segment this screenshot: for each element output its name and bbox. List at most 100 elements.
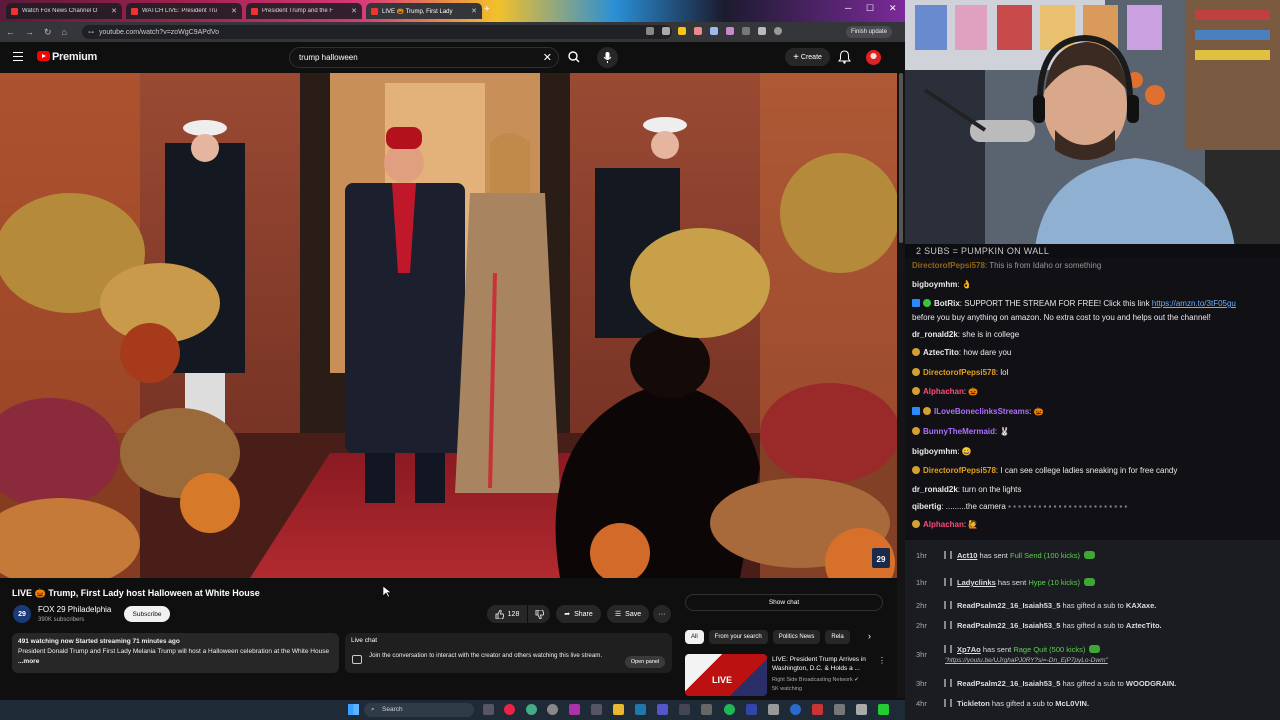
chat-message: BunnyTheMermaid: 🐰 <box>912 427 1009 436</box>
kick-logo-icon <box>944 551 952 559</box>
app-icon[interactable] <box>591 704 602 715</box>
finish-update-button[interactable]: Finish update <box>846 26 893 38</box>
kicks-icon <box>1084 551 1096 559</box>
video-player[interactable]: 29 <box>0 73 897 578</box>
close-tab-icon[interactable]: ✕ <box>351 7 357 15</box>
back-icon[interactable]: ← <box>6 27 15 37</box>
tab-live-trump-first-lady[interactable]: LIVE 🎃 Trump, First Lady ✕ <box>366 3 482 19</box>
page-scrollbar[interactable] <box>897 73 905 698</box>
app-icon[interactable] <box>856 704 867 715</box>
tab-fox-news[interactable]: Watch Fox News Channel O ✕ <box>6 3 122 19</box>
subscribe-button[interactable]: Subscribe <box>124 606 170 622</box>
sub-badge-icon <box>912 348 920 356</box>
recommendation-title[interactable]: LIVE: President Trump Arrives in Washing… <box>772 655 872 673</box>
profile-icon[interactable] <box>774 27 782 35</box>
chip-related[interactable]: Rela <box>825 630 850 644</box>
like-button[interactable]: 128 <box>487 605 527 623</box>
bookmark-star-icon[interactable] <box>662 27 670 35</box>
chevron-right-icon[interactable]: › <box>868 631 871 641</box>
tab-watch-live[interactable]: WATCH LIVE: President Tru ✕ <box>126 3 242 19</box>
spotify-icon[interactable] <box>724 704 735 715</box>
app-icon[interactable] <box>701 704 712 715</box>
app-icon[interactable] <box>746 704 757 715</box>
save-button[interactable]: ☰ Save <box>607 605 649 623</box>
tab-president-trump[interactable]: President Trump and the F ✕ <box>246 3 362 19</box>
maximize-icon[interactable]: ☐ <box>866 3 874 14</box>
task-view-icon[interactable] <box>483 704 494 715</box>
browser-window: Watch Fox News Channel O ✕ WATCH LIVE: Pr… <box>0 0 905 700</box>
site-info-icon[interactable]: ⊶ <box>88 29 94 36</box>
sub-badge-icon <box>923 407 931 415</box>
share-button[interactable]: ➦ Share <box>556 605 601 623</box>
extension-icon[interactable] <box>710 27 718 35</box>
recommendation-channel[interactable]: Right Side Broadcasting Network ✔ <box>772 677 859 683</box>
cast-icon[interactable] <box>646 27 654 35</box>
dislike-button[interactable] <box>528 605 550 623</box>
youtube-premium-logo[interactable]: Premium <box>52 51 97 63</box>
close-window-icon[interactable]: ✕ <box>889 3 897 14</box>
address-toolbar: ← → ↻ ⌂ ⊶ youtube.com/watch?v=zoWgC9APdV… <box>0 22 905 42</box>
chrome-icon[interactable] <box>526 704 537 715</box>
close-tab-icon[interactable]: ✕ <box>471 7 477 15</box>
sub-badge-icon <box>912 387 920 395</box>
screen: Watch Fox News Channel O ✕ WATCH LIVE: Pr… <box>0 0 1280 720</box>
notifications-bell-icon[interactable] <box>838 50 851 64</box>
chat-message: dr_ronald2k: turn on the lights <box>912 485 1022 494</box>
more-actions-button[interactable]: ··· <box>653 605 671 623</box>
search-button[interactable] <box>563 47 585 68</box>
open-panel-button[interactable]: Open panel <box>625 656 665 668</box>
amazon-link[interactable]: https://amzn.to/3tF05gu <box>1152 299 1236 308</box>
app-icon[interactable] <box>768 704 779 715</box>
forward-icon[interactable]: → <box>25 27 34 37</box>
app-icon[interactable] <box>547 704 558 715</box>
app-icon[interactable] <box>812 704 823 715</box>
extension-icon[interactable] <box>678 27 686 35</box>
description-box[interactable]: 491 watching now Started streaming 71 mi… <box>12 633 339 673</box>
chip-from-your-search[interactable]: From your search <box>708 630 768 644</box>
app-icon[interactable] <box>878 704 889 715</box>
more-vertical-icon[interactable]: ⋮ <box>878 656 886 665</box>
account-avatar[interactable] <box>866 50 881 65</box>
chip-all[interactable]: All <box>685 630 704 644</box>
scrollbar-thumb[interactable] <box>899 73 903 243</box>
moderator-badge-icon <box>912 299 920 307</box>
new-tab-icon[interactable]: + <box>484 4 490 15</box>
clear-search-icon[interactable]: ✕ <box>543 51 552 64</box>
home-icon[interactable]: ⌂ <box>62 27 67 37</box>
close-tab-icon[interactable]: ✕ <box>111 7 117 15</box>
taskbar-search[interactable]: ⌕ Search <box>364 703 474 717</box>
minimize-icon[interactable]: ─ <box>845 3 851 13</box>
show-more-link[interactable]: ...more <box>18 658 39 665</box>
extension-icon[interactable] <box>694 27 702 35</box>
youtube-logo-icon[interactable] <box>37 51 50 61</box>
share-arrow-icon: ➦ <box>564 611 571 618</box>
subscriber-count: 390K subscribers <box>38 617 85 623</box>
app-icon[interactable] <box>569 704 580 715</box>
address-bar[interactable]: ⊶ youtube.com/watch?v=zoWgC9APdVo <box>82 25 672 39</box>
extensions-puzzle-icon[interactable] <box>742 27 750 35</box>
app-icon[interactable] <box>790 704 801 715</box>
search-input[interactable]: trump halloween ✕ <box>289 47 559 68</box>
windows-start-icon[interactable] <box>348 704 359 715</box>
app-icon[interactable] <box>504 704 515 715</box>
channel-avatar[interactable]: 29 <box>13 605 31 623</box>
file-explorer-icon[interactable] <box>613 704 624 715</box>
app-icon[interactable] <box>657 704 668 715</box>
view-stats: 491 watching now Started streaming 71 mi… <box>18 638 180 645</box>
voice-search-button[interactable] <box>597 47 618 68</box>
create-button[interactable]: + Create <box>785 48 830 66</box>
reload-icon[interactable]: ↻ <box>44 27 52 38</box>
recommendation-watching: 5K watching <box>772 686 802 692</box>
show-chat-button[interactable]: Show chat <box>685 594 883 611</box>
chat-message: bigboymhm: 👌 <box>912 280 972 289</box>
menu-icon[interactable] <box>13 52 23 61</box>
channel-name[interactable]: FOX 29 Philadelphia <box>38 605 111 614</box>
app-icon[interactable] <box>679 704 690 715</box>
app-icon[interactable] <box>834 704 845 715</box>
chip-politics-news[interactable]: Politics News <box>772 630 821 644</box>
app-icon[interactable] <box>635 704 646 715</box>
extension-icon[interactable] <box>726 27 734 35</box>
kick-logo-icon <box>944 601 952 609</box>
close-tab-icon[interactable]: ✕ <box>231 7 237 15</box>
sidepanel-icon[interactable] <box>758 27 766 35</box>
